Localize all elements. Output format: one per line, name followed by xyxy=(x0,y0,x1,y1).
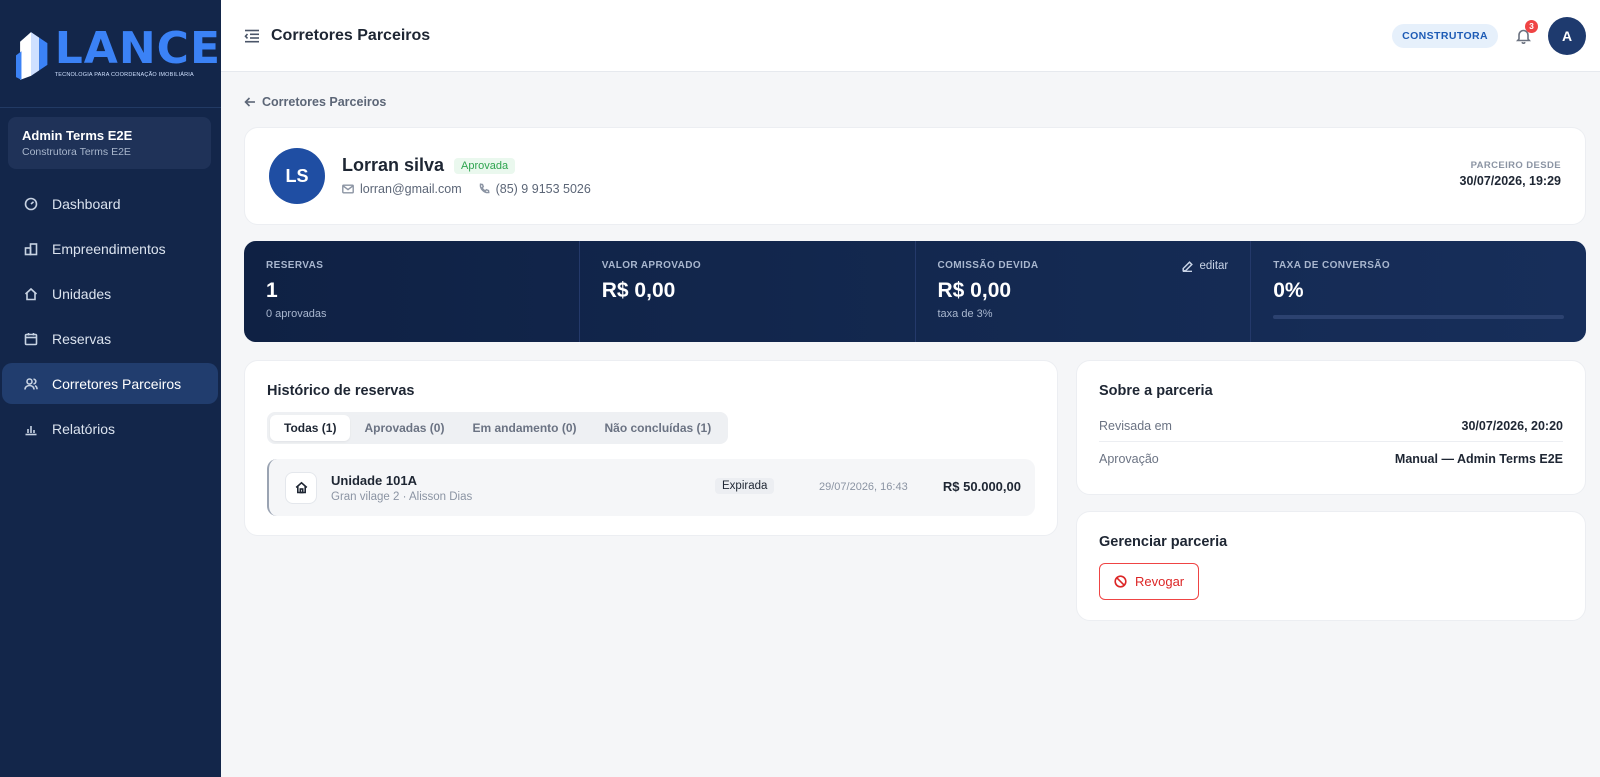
sidebar-item-label: Reservas xyxy=(52,330,112,347)
home-icon xyxy=(24,287,38,301)
partner-email-text: lorran@gmail.com xyxy=(360,182,462,196)
approval-label: Aprovação xyxy=(1099,451,1159,466)
account-card[interactable]: Admin Terms E2E Construtora Terms E2E xyxy=(8,117,211,169)
section-title: Sobre a parceria xyxy=(1099,383,1213,399)
tab-em-andamento[interactable]: Em andamento (0) xyxy=(458,415,590,441)
stat-value: R$ 0,00 xyxy=(937,279,1012,302)
manage-partnership-card: Gerenciar parceria Revogar xyxy=(1076,511,1586,621)
reservation-subtitle: Gran vilage 2 · Alisson Dias xyxy=(331,490,473,503)
user-avatar[interactable]: A xyxy=(1548,17,1586,55)
brand-name: LANCE xyxy=(54,23,221,74)
sidebar-nav: Dashboard Empreendimentos Unidades Reser… xyxy=(0,183,221,449)
partnership-info-card: Sobre a parceria Revisada em 30/07/2026,… xyxy=(1076,360,1586,495)
tab-nao-concluidas[interactable]: Não concluídas (1) xyxy=(591,415,726,441)
page-title: Corretores Parceiros xyxy=(271,26,431,44)
sidebar-item-dashboard[interactable]: Dashboard xyxy=(2,183,218,224)
bar-chart-icon xyxy=(24,422,38,436)
reviewed-at-row: Revisada em 30/07/2026, 20:20 xyxy=(1099,411,1563,442)
partner-phone-text: (85) 9 9153 5026 xyxy=(495,182,591,196)
partner-since: PARCEIRO DESDE 30/07/2026, 19:29 xyxy=(1460,160,1561,188)
section-title: Histórico de reservas xyxy=(267,383,415,399)
sidebar: LANCE TECNOLOGIA PARA COORDENAÇÃO IMOBIL… xyxy=(0,0,221,777)
stat-valor-aprovado: VALOR APROVADO R$ 0,00 xyxy=(580,241,916,342)
stat-value: R$ 0,00 xyxy=(601,279,676,302)
account-company: Construtora Terms E2E xyxy=(22,146,131,158)
menu-toggle-icon[interactable] xyxy=(243,27,261,45)
reservation-value: R$ 50.000,00 xyxy=(942,479,1021,494)
phone-icon xyxy=(479,183,490,194)
partner-name: Lorran silva xyxy=(342,155,445,175)
building-logo-icon xyxy=(16,31,48,80)
history-tabs: Todas (1) Aprovadas (0) Em andamento (0)… xyxy=(267,412,729,444)
partner-since-value: 30/07/2026, 19:29 xyxy=(1459,174,1561,188)
sidebar-item-empreendimentos[interactable]: Empreendimentos xyxy=(2,228,218,269)
stat-label: RESERVAS xyxy=(266,260,324,271)
sidebar-item-label: Unidades xyxy=(52,285,112,302)
top-header: Corretores Parceiros CONSTRUTORA 3 A xyxy=(221,0,1600,72)
sidebar-item-label: Relatórios xyxy=(52,420,116,437)
stat-value: 1 xyxy=(266,279,278,302)
stat-label: TAXA DE CONVERSÃO xyxy=(1273,260,1391,271)
partner-phone[interactable]: (85) 9 9153 5026 xyxy=(478,182,591,196)
conversion-progress-bar xyxy=(1273,315,1564,319)
sidebar-item-unidades[interactable]: Unidades xyxy=(2,273,218,314)
partner-avatar: LS xyxy=(269,148,325,204)
edit-commission-button[interactable]: editar xyxy=(1182,260,1228,272)
reservation-date: 29/07/2026, 16:43 xyxy=(819,481,908,493)
stat-value: 0% xyxy=(1273,279,1304,302)
account-name: Admin Terms E2E xyxy=(22,128,133,143)
ban-icon xyxy=(1114,575,1127,588)
status-badge: Aprovada xyxy=(454,157,516,174)
partner-profile-card: LS Lorran silva Aprovada lorran@gmail.co… xyxy=(244,127,1586,225)
notifications-button[interactable]: 3 xyxy=(1512,20,1538,47)
reservation-unit: Unidade 101A xyxy=(331,472,417,488)
stats-panel: RESERVAS 1 0 aprovadas VALOR APROVADO R$… xyxy=(244,241,1586,342)
gauge-icon xyxy=(24,197,38,211)
stat-label: VALOR APROVADO xyxy=(601,260,702,271)
back-link-label: Corretores Parceiros xyxy=(262,95,387,109)
reviewed-at-value: 30/07/2026, 20:20 xyxy=(1461,419,1563,433)
revoke-button[interactable]: Revogar xyxy=(1099,563,1200,600)
role-badge[interactable]: CONSTRUTORA xyxy=(1392,24,1498,48)
calendar-icon xyxy=(24,332,38,346)
sidebar-item-reservas[interactable]: Reservas xyxy=(2,318,218,359)
home-icon xyxy=(285,471,317,504)
stat-reservas: RESERVAS 1 0 aprovadas xyxy=(244,241,580,342)
approval-value: Manual — Admin Terms E2E xyxy=(1394,451,1563,466)
brand-tagline: TECNOLOGIA PARA COORDENAÇÃO IMOBILIÁRIA xyxy=(54,72,194,78)
buildings-icon xyxy=(24,242,38,256)
sidebar-item-label: Dashboard xyxy=(52,195,121,212)
stat-comissao-devida: COMISSÃO DEVIDA R$ 0,00 taxa de 3% edita… xyxy=(916,241,1252,342)
edit-commission-label: editar xyxy=(1199,260,1229,272)
reviewed-at-label: Revisada em xyxy=(1099,419,1172,433)
sidebar-item-corretores-parceiros[interactable]: Corretores Parceiros xyxy=(2,363,218,404)
stat-sub: taxa de 3% xyxy=(937,308,993,320)
section-title: Gerenciar parceria xyxy=(1099,534,1228,550)
partner-email[interactable]: lorran@gmail.com xyxy=(342,182,462,196)
approval-row: Aprovação Manual — Admin Terms E2E xyxy=(1099,443,1563,474)
back-link[interactable]: Corretores Parceiros xyxy=(244,95,386,109)
users-icon xyxy=(24,377,38,391)
stat-sub: 0 aprovadas xyxy=(266,308,327,320)
notification-count-badge: 3 xyxy=(1525,20,1538,33)
sidebar-item-relatorios[interactable]: Relatórios xyxy=(2,408,218,449)
arrow-left-icon xyxy=(244,97,255,107)
reservation-status-badge: Expirada xyxy=(715,478,775,494)
revoke-button-label: Revogar xyxy=(1135,574,1185,589)
stat-taxa-conversao: TAXA DE CONVERSÃO 0% xyxy=(1251,241,1586,342)
pencil-icon xyxy=(1182,260,1194,272)
reservation-history-card: Histórico de reservas Todas (1) Aprovada… xyxy=(244,360,1058,536)
partner-since-label: PARCEIRO DESDE xyxy=(1470,160,1561,171)
brand-logo[interactable]: LANCE TECNOLOGIA PARA COORDENAÇÃO IMOBIL… xyxy=(0,0,221,108)
tab-aprovadas[interactable]: Aprovadas (0) xyxy=(350,415,458,441)
sidebar-item-label: Empreendimentos xyxy=(52,240,166,257)
mail-icon xyxy=(342,184,354,194)
tab-todas[interactable]: Todas (1) xyxy=(270,415,351,441)
table-row[interactable]: Unidade 101A Gran vilage 2 · Alisson Dia… xyxy=(267,459,1035,516)
sidebar-item-label: Corretores Parceiros xyxy=(52,375,182,392)
